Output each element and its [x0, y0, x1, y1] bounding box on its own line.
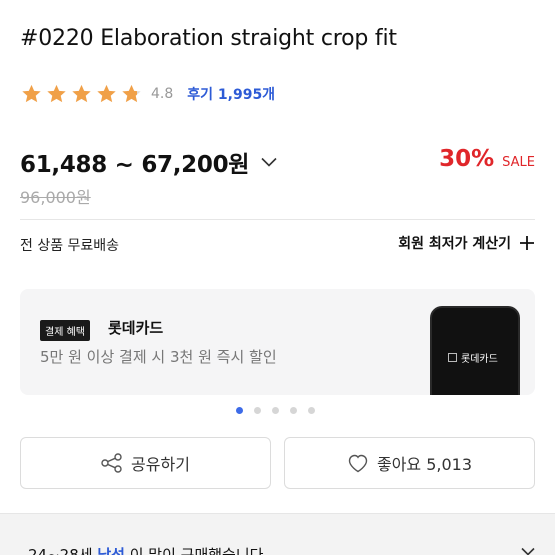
rating-value: 4.8 — [151, 86, 174, 102]
card-logo: 롯데카드 — [448, 350, 498, 365]
price-range: 61,488 ~ 67,200원 — [20, 152, 250, 178]
discount-badge: 30% SALE — [439, 146, 535, 172]
carousel-dot[interactable] — [254, 407, 261, 414]
sale-label: SALE — [502, 155, 535, 170]
star-icon — [22, 84, 41, 103]
payment-benefit-banner[interactable]: 결제 혜택 롯데카드 5만 원 이상 결제 시 3천 원 즉시 할인 롯데카드 — [20, 289, 535, 395]
review-count-link[interactable]: 후기 1,995개 — [187, 84, 275, 104]
card-name: 롯데카드 — [108, 319, 164, 337]
purchase-insight-text: 24~28세 남성 이 많이 구매했습니다 — [28, 544, 263, 555]
chevron-down-icon[interactable] — [521, 547, 535, 555]
like-button[interactable]: 좋아요 5,013 — [284, 437, 535, 489]
carousel-dot[interactable] — [308, 407, 315, 414]
purchase-insight-bar[interactable]: 24~28세 남성 이 많이 구매했습니다 — [0, 513, 555, 555]
star-icon — [97, 84, 116, 103]
insight-suffix: 이 많이 구매했습니다 — [129, 546, 264, 555]
heart-icon — [348, 454, 368, 473]
share-icon — [101, 453, 122, 473]
benefit-tag: 결제 혜택 — [40, 320, 90, 341]
price-calculator-label: 회원 최저가 계산기 — [398, 236, 511, 252]
benefit-description: 5만 원 이상 결제 시 3천 원 즉시 할인 — [40, 348, 277, 366]
insight-age: 24~28세 — [28, 546, 93, 555]
star-half-icon — [122, 84, 141, 103]
product-title: #0220 Elaboration straight crop fit — [20, 26, 397, 51]
divider — [20, 219, 535, 220]
carousel-dot[interactable] — [290, 407, 297, 414]
insight-gender: 남성 — [97, 546, 125, 555]
like-label: 좋아요 5,013 — [376, 455, 473, 474]
original-price: 96,000원 — [20, 188, 91, 207]
rating-row: 4.8 후기 1,995개 — [20, 82, 275, 106]
share-label: 공유하기 — [131, 455, 190, 474]
free-shipping-label: 전 상품 무료배송 — [20, 238, 120, 254]
carousel-dots — [236, 407, 326, 414]
discount-percent: 30% — [439, 146, 495, 172]
logo-mark-icon — [448, 353, 457, 362]
star-icon — [72, 84, 91, 103]
price-row[interactable]: 61,488 ~ 67,200원 — [20, 145, 277, 179]
phone-logo-text: 롯데카드 — [461, 354, 498, 365]
price-calculator-button[interactable]: 회원 최저가 계산기 — [398, 233, 535, 253]
share-button[interactable]: 공유하기 — [20, 437, 271, 489]
carousel-dot[interactable] — [272, 407, 279, 414]
top-cropped-text: - ' ' ' — [20, 0, 48, 7]
star-rating — [20, 83, 145, 105]
chevron-down-icon[interactable] — [261, 157, 277, 167]
plus-icon — [520, 236, 534, 250]
star-icon — [47, 84, 66, 103]
phone-card-image: 롯데카드 — [430, 306, 520, 395]
carousel-dot-active[interactable] — [236, 407, 243, 414]
